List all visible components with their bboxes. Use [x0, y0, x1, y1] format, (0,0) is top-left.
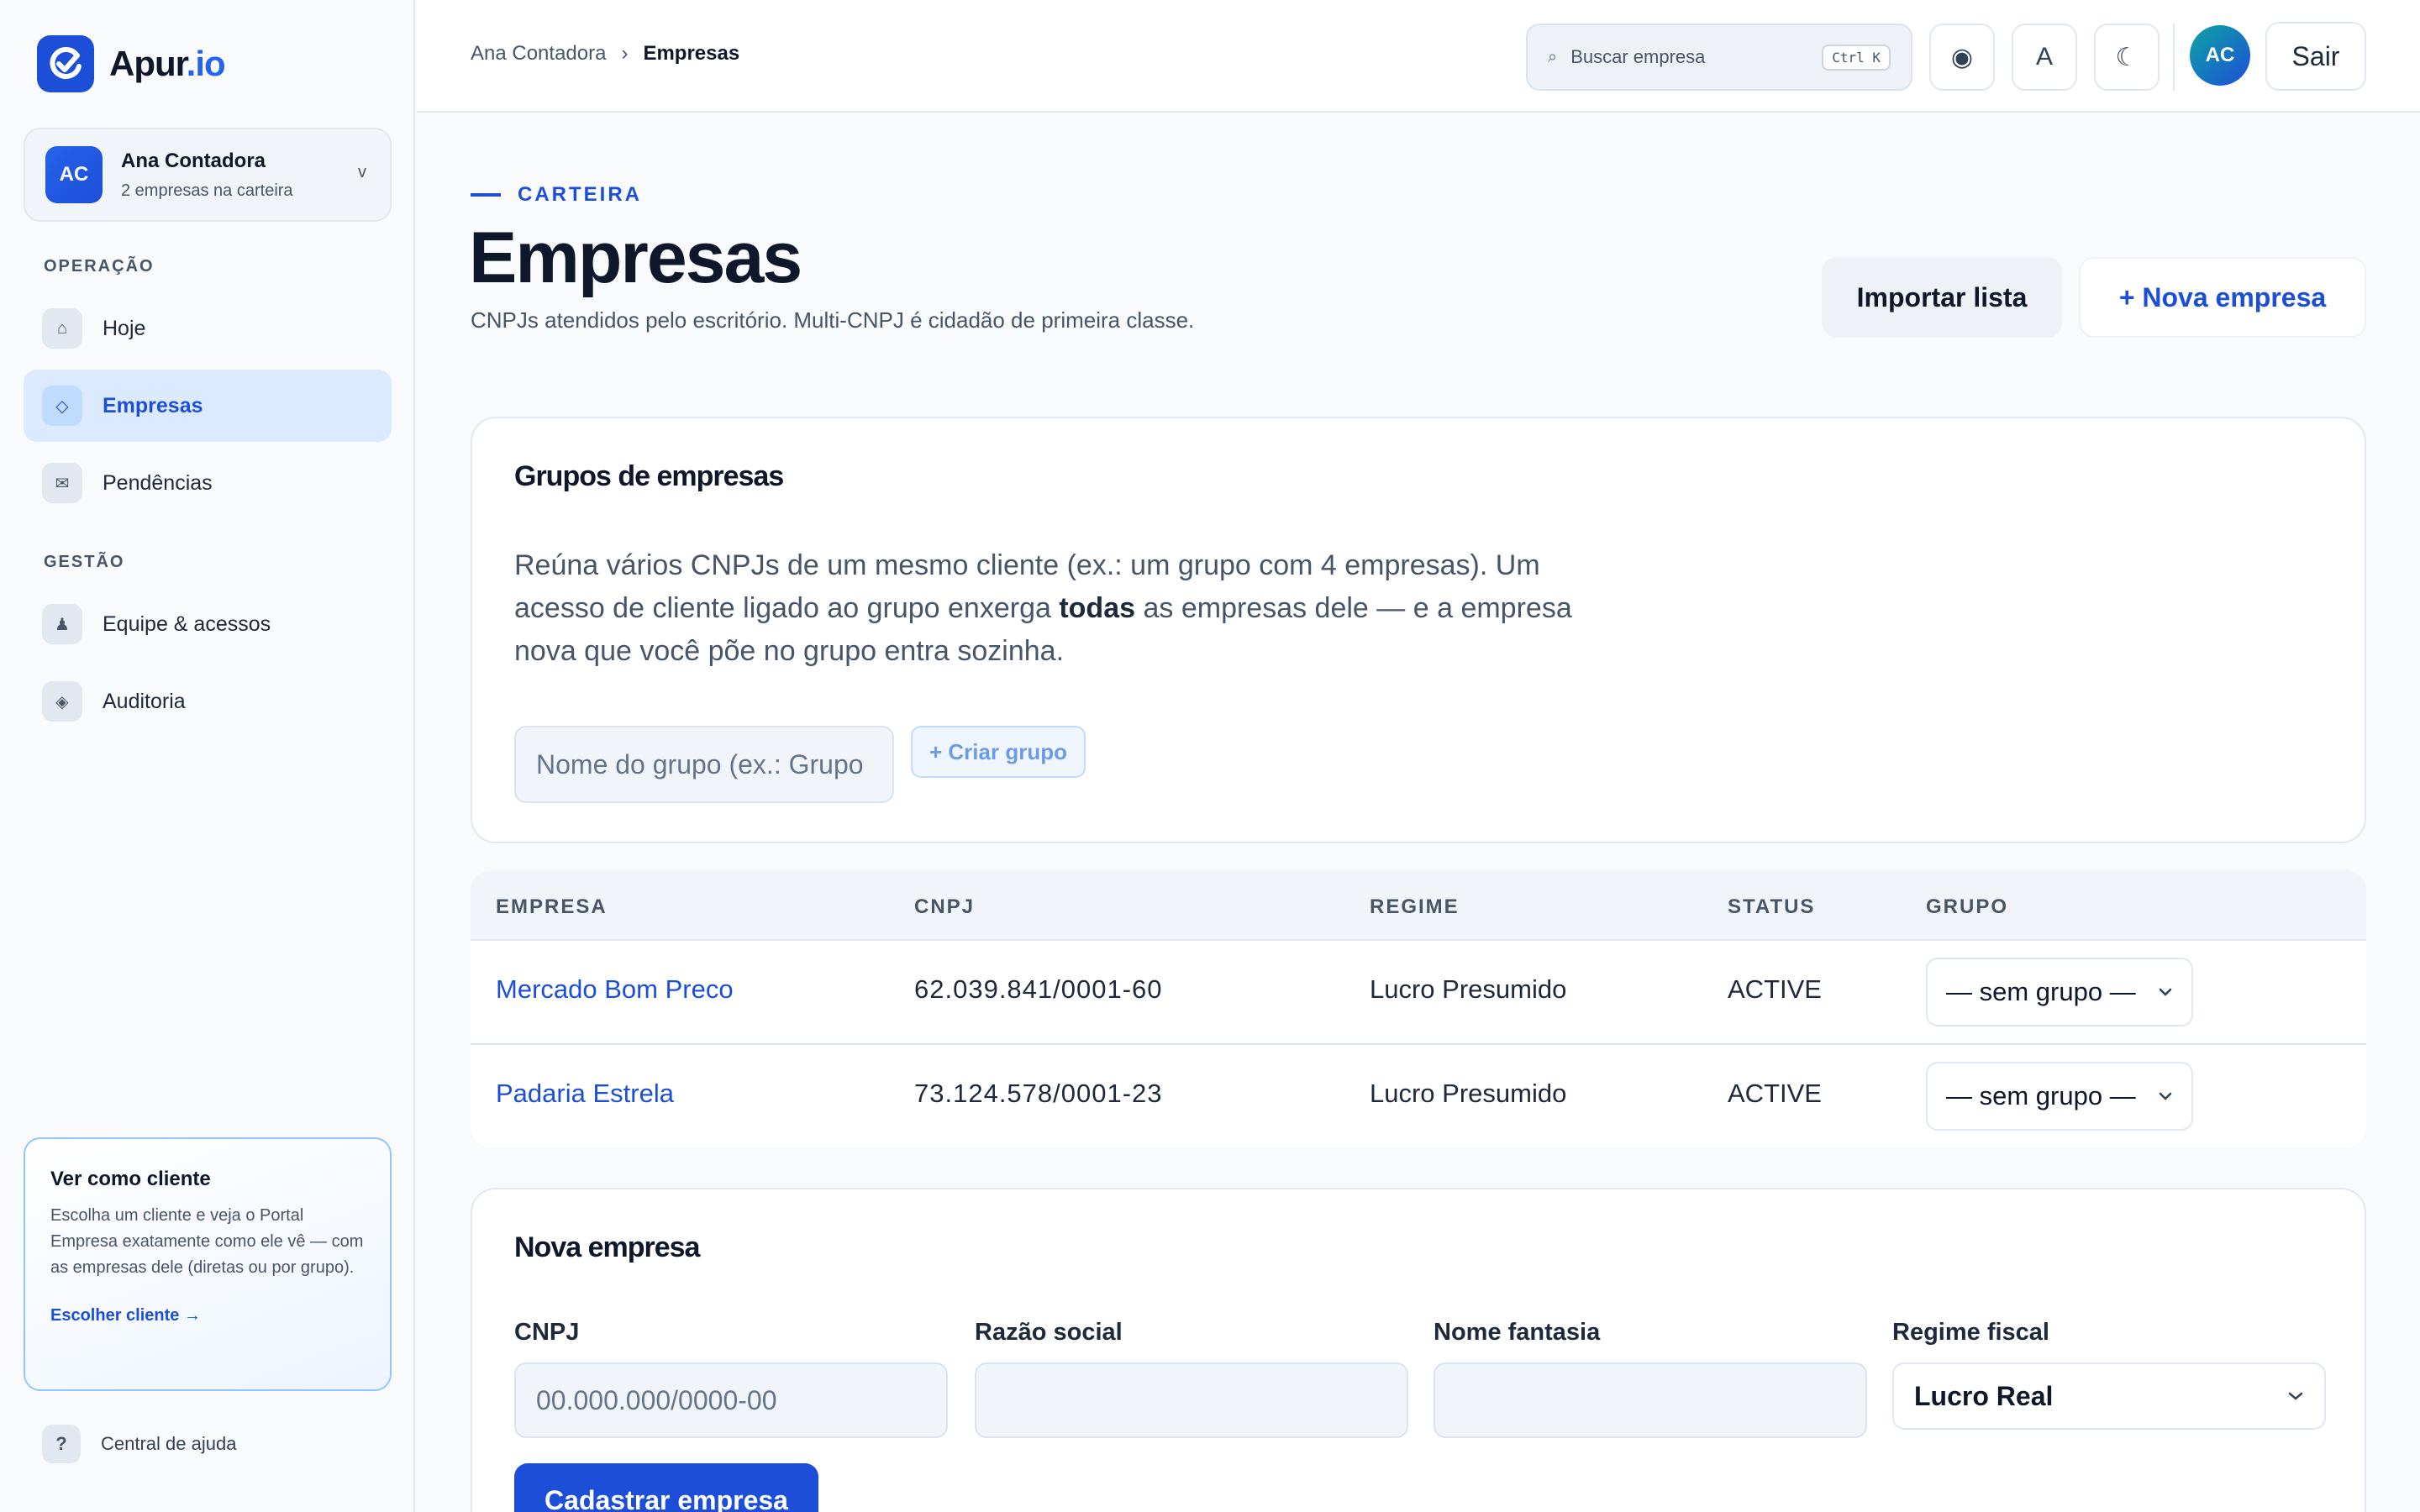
table-row: Mercado Bom Preco 62.039.841/0001-60 Luc…	[471, 941, 2366, 1045]
group-select-value: — sem grupo —	[1946, 977, 2136, 1006]
search-icon: ⌕	[1548, 47, 1558, 66]
topbar: Ana Contadora › Empresas ⌕ Buscar empres…	[417, 0, 2420, 113]
breadcrumb-current: Empresas	[643, 42, 740, 65]
font-icon: A	[2035, 43, 2053, 71]
account-name: Ana Contadora	[121, 149, 266, 172]
group-name-input[interactable]	[514, 726, 894, 803]
eyebrow-line	[471, 193, 501, 197]
sidebar-item-equipe[interactable]: ♟ Equipe & acessos	[24, 588, 392, 660]
user-avatar[interactable]: AC	[2190, 25, 2250, 86]
page-subtitle: CNPJs atendidos pelo escritório. Multi-C…	[471, 307, 1195, 333]
groups-title: Grupos de empresas	[514, 460, 784, 492]
register-company-button[interactable]: Cadastrar empresa	[514, 1463, 818, 1512]
companies-table: EMPRESA CNPJ REGIME STATUS GRUPO Mercado…	[471, 870, 2366, 1147]
eyebrow-text: CARTEIRA	[518, 183, 642, 206]
create-group-button[interactable]: + Criar grupo	[911, 726, 1086, 778]
nome-fantasia-label: Nome fantasia	[1434, 1319, 1601, 1346]
sidebar-item-hoje[interactable]: ⌂ Hoje	[24, 292, 392, 365]
column-header-regime: REGIME	[1370, 895, 1460, 918]
sidebar-item-label: Equipe & acessos	[103, 612, 271, 636]
home-icon: ⌂	[42, 308, 82, 349]
font-size-button[interactable]: A	[2012, 24, 2077, 91]
theme-toggle-button[interactable]: ☾	[2094, 24, 2160, 91]
sidebar-item-label: Pendências	[103, 470, 213, 495]
groups-description: Reúna vários CNPJs de um mesmo cliente (…	[514, 549, 1572, 667]
chevron-down-icon	[2158, 983, 2173, 1002]
company-status: ACTIVE	[1728, 974, 1822, 1004]
company-regime: Lucro Presumido	[1370, 974, 1567, 1004]
group-select[interactable]: — sem grupo —	[1926, 1062, 2193, 1131]
company-regime: Lucro Presumido	[1370, 1079, 1567, 1108]
nav-section-gestao: GESTÃO	[44, 553, 125, 571]
sidebar: Apur.io AC Ana Contadora 2 empresas na c…	[0, 0, 415, 1512]
page-title: Empresas	[469, 218, 802, 298]
sidebar-item-auditoria[interactable]: ◈ Auditoria	[24, 665, 392, 738]
choose-client-link[interactable]: Escolher cliente →	[50, 1306, 365, 1326]
sidebar-item-label: Hoje	[103, 316, 146, 340]
breadcrumb-separator: ›	[621, 42, 629, 65]
company-cnpj: 73.124.578/0001-23	[914, 1079, 1163, 1108]
new-company-card: Nova empresa CNPJ Razão social Nome fant…	[471, 1188, 2366, 1512]
app-logo[interactable]: Apur.io	[37, 35, 226, 92]
import-list-button[interactable]: Importar lista	[1822, 257, 2062, 338]
record-button[interactable]: ◉	[1929, 24, 1995, 91]
breadcrumb-parent[interactable]: Ana Contadora	[471, 42, 606, 66]
topbar-divider	[2173, 24, 2175, 91]
sidebar-item-pendencias[interactable]: ✉ Pendências	[24, 447, 392, 519]
nome-fantasia-field[interactable]	[1434, 1362, 1867, 1438]
logout-button[interactable]: Sair	[2265, 22, 2366, 91]
page-eyebrow: CARTEIRA	[471, 183, 642, 207]
new-company-title: Nova empresa	[514, 1231, 700, 1263]
company-name-link[interactable]: Mercado Bom Preco	[496, 974, 734, 1005]
logo-text: Apur.io	[109, 44, 226, 83]
company-name-link[interactable]: Padaria Estrela	[496, 1079, 674, 1109]
view-as-client-card: Ver como cliente Escolha um cliente e ve…	[24, 1137, 392, 1391]
group-select-value: — sem grupo —	[1946, 1081, 2136, 1110]
chevron-down-icon	[2287, 1387, 2304, 1406]
company-cnpj: 62.039.841/0001-60	[914, 974, 1163, 1004]
help-label: Central de ajuda	[101, 1433, 237, 1454]
search-shortcut: Ctrl K	[1822, 44, 1891, 71]
razao-social-field[interactable]	[975, 1362, 1408, 1438]
audit-icon: ◈	[42, 681, 82, 722]
new-company-button[interactable]: + Nova empresa	[2079, 257, 2366, 338]
table-row: Padaria Estrela 73.124.578/0001-23 Lucro…	[471, 1045, 2366, 1147]
regime-fiscal-label: Regime fiscal	[1892, 1319, 2049, 1346]
column-header-status: STATUS	[1728, 895, 1816, 918]
record-icon: ◉	[1950, 43, 1974, 71]
column-header-cnpj: CNPJ	[914, 895, 976, 918]
help-center-link[interactable]: ? Central de ajuda	[42, 1425, 236, 1463]
group-select[interactable]: — sem grupo —	[1926, 958, 2193, 1026]
breadcrumb: Ana Contadora › Empresas	[471, 42, 739, 66]
user-icon: ♟	[42, 604, 82, 644]
diamond-icon: ◇	[42, 386, 82, 426]
razao-social-label: Razão social	[975, 1319, 1123, 1346]
company-groups-card: Grupos de empresas Reúna vários CNPJs de…	[471, 417, 2366, 843]
help-icon: ?	[42, 1425, 81, 1463]
cnpj-field[interactable]	[514, 1362, 948, 1438]
chevron-down-icon: v	[358, 163, 366, 181]
sidebar-item-label: Empresas	[103, 393, 203, 417]
search-placeholder: Buscar empresa	[1570, 46, 1706, 67]
search-input[interactable]: ⌕ Buscar empresa Ctrl K	[1526, 24, 1912, 91]
sidebar-item-label: Auditoria	[103, 689, 186, 713]
nav-section-operacao: OPERAÇÃO	[44, 257, 155, 276]
mail-icon: ✉	[42, 463, 82, 503]
client-card-title: Ver como cliente	[50, 1168, 211, 1190]
account-subtitle: 2 empresas na carteira	[121, 181, 293, 200]
company-status: ACTIVE	[1728, 1079, 1822, 1108]
column-header-empresa: EMPRESA	[496, 895, 608, 918]
sidebar-item-empresas[interactable]: ◇ Empresas	[24, 370, 392, 442]
account-avatar: AC	[45, 146, 103, 203]
column-header-grupo: GRUPO	[1926, 895, 2009, 918]
account-switcher[interactable]: AC Ana Contadora 2 empresas na carteira …	[24, 128, 392, 222]
client-card-description: Escolha um cliente e veja o Portal Empre…	[50, 1206, 364, 1277]
table-header: EMPRESA CNPJ REGIME STATUS GRUPO	[471, 870, 2366, 941]
cnpj-label: CNPJ	[514, 1319, 580, 1346]
regime-fiscal-value: Lucro Real	[1914, 1380, 2054, 1411]
moon-icon: ☾	[2115, 43, 2139, 71]
chevron-down-icon	[2158, 1087, 2173, 1106]
regime-fiscal-select[interactable]: Lucro Real	[1892, 1362, 2326, 1430]
logo-check-icon	[37, 35, 94, 92]
